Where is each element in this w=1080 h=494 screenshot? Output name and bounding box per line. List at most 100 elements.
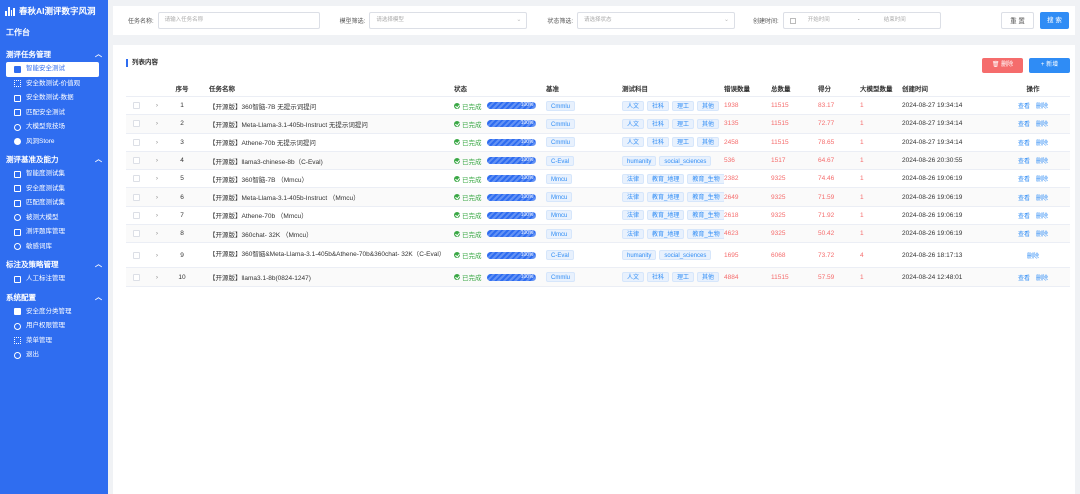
add-button[interactable]: + 新增 bbox=[1029, 58, 1070, 73]
expand-chevron-icon[interactable]: › bbox=[146, 139, 168, 146]
row-view-link[interactable]: 查看 bbox=[1018, 122, 1030, 128]
list-panel: 列表内容 🗑 删除 + 新增 序号 任务名称 状态 基准 测试科目 错误数量 总… bbox=[113, 45, 1075, 494]
expand-chevron-icon[interactable]: › bbox=[146, 120, 168, 127]
group-benchmark[interactable]: 测评基准及能力 ︿ bbox=[0, 153, 108, 167]
sidebar-item-match-dataset[interactable]: 匹配度测试集 bbox=[0, 196, 108, 211]
workbench-link[interactable]: 工作台 bbox=[0, 22, 108, 44]
table-row[interactable]: › 10 【开源版】llama3.1-8b(0824-1247) 已完成 100… bbox=[126, 268, 1070, 287]
row-view-link[interactable]: 查看 bbox=[1018, 104, 1030, 110]
row-checkbox[interactable] bbox=[133, 175, 140, 183]
row-delete-link[interactable]: 删除 bbox=[1036, 141, 1048, 147]
table-row[interactable]: › 1 【开源版】360智脑-7B 无提示词提问 已完成 100% Cmmlu … bbox=[126, 97, 1070, 116]
start-date-input[interactable]: 开始时间 bbox=[808, 13, 858, 28]
sidebar-item-model-arena[interactable]: 大模型竞技场 bbox=[0, 120, 108, 135]
total-count: 11515 bbox=[771, 102, 789, 110]
progress-bar: 100% bbox=[486, 138, 536, 146]
row-checkbox[interactable] bbox=[133, 211, 140, 219]
row-delete-link[interactable]: 删除 bbox=[1036, 104, 1048, 110]
date-range-picker[interactable]: 开始时间 - 结束时间 bbox=[782, 12, 941, 29]
expand-chevron-icon[interactable]: › bbox=[146, 212, 168, 219]
row-checkbox[interactable] bbox=[133, 273, 140, 281]
sidebar-item-data-test[interactable]: 安全数测试-数据 bbox=[0, 91, 108, 106]
row-delete-link[interactable]: 删除 bbox=[1036, 276, 1048, 282]
row-checkbox[interactable] bbox=[133, 120, 140, 128]
delete-button[interactable]: 🗑 删除 bbox=[982, 58, 1023, 73]
expand-chevron-icon[interactable]: › bbox=[146, 102, 168, 109]
status-text: 已完成 bbox=[462, 213, 482, 221]
sidebar-item-tested-models[interactable]: 被测大模型 bbox=[0, 211, 108, 226]
table-row[interactable]: › 5 【开源版】360智脑-7B （Mmcu） 已完成 100% Mmcu 法… bbox=[126, 170, 1070, 189]
create-time-label: 创建时间: bbox=[753, 19, 779, 25]
group-annotation[interactable]: 标注及策略管理 ︿ bbox=[0, 258, 108, 272]
sidebar-item-manual-annotation[interactable]: 人工标注管理 bbox=[0, 272, 108, 287]
error-count: 2458 bbox=[724, 138, 739, 146]
table-row[interactable]: › 9 【开源版】360智脑&Meta-Llama-3.1-405b&Athen… bbox=[126, 243, 1070, 269]
row-delete-link[interactable]: 删除 bbox=[1036, 214, 1048, 220]
row-checkbox[interactable] bbox=[133, 230, 140, 238]
row-delete-link[interactable]: 删除 bbox=[1036, 177, 1048, 183]
row-view-link[interactable]: 查看 bbox=[1018, 177, 1030, 183]
row-view-link[interactable]: 查看 bbox=[1018, 141, 1030, 147]
table-row[interactable]: › 4 【开源版】llama3-chinese-8b（C-Eval) 已完成 1… bbox=[126, 151, 1070, 171]
table-row[interactable]: › 7 【开源版】Athene-70b （Mmcu） 已完成 100% Mmcu… bbox=[126, 207, 1070, 226]
end-date-input[interactable]: 结束时间 bbox=[884, 13, 906, 28]
total-count: 1517 bbox=[771, 157, 786, 165]
sidebar-item-logout[interactable]: 退出 bbox=[0, 348, 108, 363]
row-view-link[interactable]: 查看 bbox=[1018, 159, 1030, 165]
subject-tag: 教育_地理 bbox=[647, 210, 685, 221]
error-count: 1938 bbox=[724, 102, 739, 110]
model-select[interactable]: 请选择模型 ⌄ bbox=[369, 12, 528, 29]
expand-chevron-icon[interactable]: › bbox=[146, 157, 168, 164]
sidebar-item-match-security-test[interactable]: 匹配安全测试 bbox=[0, 106, 108, 121]
group-task-management[interactable]: 测评任务管理 ︿ bbox=[0, 48, 108, 62]
reset-button[interactable]: 重 置 bbox=[1001, 12, 1034, 29]
status-select[interactable]: 请选择状态 ⌄ bbox=[577, 12, 736, 29]
progress-bar: 100% bbox=[486, 120, 536, 128]
subject-tag: 教育_生物 bbox=[687, 192, 724, 203]
row-delete-link[interactable]: 删除 bbox=[1036, 159, 1048, 165]
sidebar-item-category-management[interactable]: 安全度分类管理 bbox=[0, 305, 108, 320]
row-checkbox[interactable] bbox=[133, 102, 140, 110]
sidebar-item-store[interactable]: 风洞Store bbox=[0, 135, 108, 150]
row-delete-link[interactable]: 删除 bbox=[1027, 254, 1039, 260]
error-count: 2382 bbox=[724, 175, 739, 183]
expand-chevron-icon[interactable]: › bbox=[146, 194, 168, 201]
sidebar-item-security-dataset[interactable]: 安全度测试集 bbox=[0, 182, 108, 197]
expand-chevron-icon[interactable]: › bbox=[146, 274, 168, 281]
row-view-link[interactable]: 查看 bbox=[1018, 232, 1030, 238]
task-name: 【开源版】360智脑&Meta-Llama-3.1-405b&Athene-70… bbox=[209, 251, 446, 259]
row-checkbox[interactable] bbox=[133, 193, 140, 201]
row-delete-link[interactable]: 删除 bbox=[1036, 232, 1048, 238]
row-checkbox[interactable] bbox=[133, 138, 140, 146]
table-row[interactable]: › 2 【开源版】Meta-Llama-3.1-405b-Instruct 无提… bbox=[126, 115, 1070, 134]
folder-icon bbox=[14, 228, 21, 236]
expand-chevron-icon[interactable]: › bbox=[146, 175, 168, 182]
group-system-config[interactable]: 系统配置 ︿ bbox=[0, 291, 108, 305]
status-text: 已完成 bbox=[462, 275, 482, 283]
expand-chevron-icon[interactable]: › bbox=[146, 230, 168, 237]
error-count: 4884 bbox=[724, 273, 739, 281]
sidebar-item-intelligence-dataset[interactable]: 智能度测试集 bbox=[0, 167, 108, 182]
table-row[interactable]: › 3 【开源版】Athene-70b 无提示词提问 已完成 100% Cmml… bbox=[126, 134, 1070, 152]
base-tag: Mmcu bbox=[546, 173, 573, 184]
sidebar-item-values-test[interactable]: 安全数测试-价值观 bbox=[0, 77, 108, 92]
table-row[interactable]: › 6 【开源版】Meta-Llama-3.1-405b-Instruct （M… bbox=[126, 188, 1070, 207]
task-name-input[interactable]: 请输入任务名称 bbox=[157, 12, 320, 29]
score: 50.42 bbox=[818, 230, 835, 238]
sidebar-item-question-bank[interactable]: 测评题库管理 bbox=[0, 225, 108, 240]
row-delete-link[interactable]: 删除 bbox=[1036, 196, 1048, 202]
row-view-link[interactable]: 查看 bbox=[1018, 196, 1030, 202]
row-checkbox[interactable] bbox=[133, 251, 140, 259]
expand-chevron-icon[interactable]: › bbox=[146, 252, 168, 259]
row-view-link[interactable]: 查看 bbox=[1018, 276, 1030, 282]
row-checkbox[interactable] bbox=[133, 157, 140, 165]
row-view-link[interactable]: 查看 bbox=[1018, 214, 1030, 220]
table-row[interactable]: › 8 【开源版】360chat- 32K （Mmcu） 已完成 100% Mm… bbox=[126, 225, 1070, 244]
sidebar-item-menu-management[interactable]: 菜单管理 bbox=[0, 334, 108, 349]
task-name-label: 任务名称: bbox=[128, 19, 154, 25]
sidebar-item-sensitive-words[interactable]: 敏感词库 bbox=[0, 240, 108, 255]
row-delete-link[interactable]: 删除 bbox=[1036, 122, 1048, 128]
search-button[interactable]: 搜 索 bbox=[1040, 12, 1069, 29]
sidebar-item-user-permissions[interactable]: 用户权限管理 bbox=[0, 319, 108, 334]
sidebar-item-smart-security-test[interactable]: 智能安全测试 bbox=[6, 62, 99, 77]
